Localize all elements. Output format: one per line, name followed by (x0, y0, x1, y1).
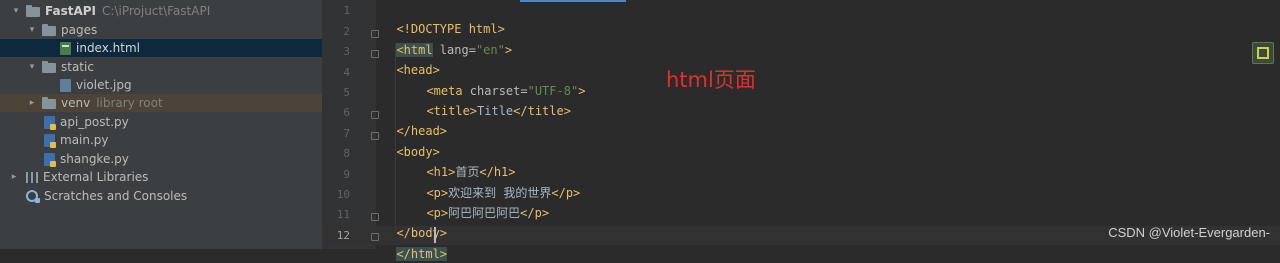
code-line-8: <h1>首页</h1> (412, 145, 515, 179)
scratches-icon (26, 190, 40, 203)
tree-file-shangke[interactable]: shangke.py (0, 150, 366, 168)
tree-file-label: main.py (60, 133, 109, 147)
line-number: 4 (343, 66, 350, 79)
tree-folder-label: pages (61, 23, 98, 37)
line-number: 11 (336, 208, 350, 221)
chevron-right-icon[interactable]: ▸ (8, 171, 20, 183)
code-line-6: </head> (382, 104, 447, 138)
code-line-2: <html lang="en"> (382, 23, 512, 57)
fold-marker-icon[interactable] (371, 132, 379, 140)
image-file-icon (60, 78, 71, 92)
chevron-down-icon[interactable]: ▾ (10, 5, 22, 17)
chevron-down-icon[interactable]: ▾ (26, 24, 38, 36)
code-line-3: <head> (382, 43, 439, 77)
line-number: 6 (343, 106, 350, 119)
tree-file-label: index.html (76, 41, 140, 55)
tree-folder-label: venv (61, 96, 91, 110)
browser-preview-button[interactable] (1252, 42, 1274, 64)
chevron-down-icon[interactable]: ▾ (26, 61, 38, 73)
line-number: 10 (336, 188, 350, 201)
line-number: 5 (343, 86, 350, 99)
line-number: 8 (343, 147, 350, 160)
preview-icon (1257, 47, 1269, 59)
line-number: 3 (343, 45, 350, 58)
tree-root-path: C:\iProjuct\FastAPI (102, 4, 211, 18)
line-number: 1 (343, 4, 350, 17)
code-line-1: <!DOCTYPE html> (382, 2, 504, 36)
active-tab-indicator (520, 0, 626, 2)
tree-file-main[interactable]: main.py (0, 131, 366, 149)
folder-icon (42, 96, 56, 109)
html-file-icon (60, 41, 71, 55)
line-number-current: 12 (336, 229, 350, 242)
tree-item-label: External Libraries (43, 170, 149, 184)
python-file-icon (44, 133, 56, 148)
tree-file-label: violet.jpg (76, 78, 132, 92)
fold-marker-icon[interactable] (371, 111, 379, 119)
tag-token: </p> (520, 206, 550, 220)
tag-token: </html> (396, 247, 448, 261)
code-line-7: <body> (382, 125, 439, 159)
watermark: CSDN @Violet-Evergarden- (1108, 225, 1270, 240)
tree-external-libraries[interactable]: ▸ External Libraries (0, 168, 330, 186)
line-number: 9 (343, 168, 350, 181)
code-line-11: </body> (382, 206, 447, 240)
code-line-5: <title>Title</title> (412, 84, 571, 118)
code-line-4: <meta charset="UTF-8"> (412, 64, 585, 98)
tag-token: > (578, 84, 586, 98)
tree-root-label: FastAPI (45, 4, 97, 18)
python-file-icon (44, 115, 56, 130)
code-line-9: <p>欢迎来到 我的世界</p> (412, 166, 580, 200)
tree-scratches[interactable]: Scratches and Consoles (0, 187, 348, 205)
annotation-label: html页面 (666, 68, 756, 92)
text-caret (434, 227, 436, 243)
python-file-icon (44, 152, 56, 167)
library-icon (26, 171, 38, 183)
tree-folder-label: static (61, 60, 94, 74)
tag-token: </p> (551, 186, 581, 200)
tree-file-label: shangke.py (60, 152, 129, 166)
folder-icon (26, 4, 40, 17)
library-root-note: library root (96, 96, 163, 110)
fold-marker-icon[interactable] (371, 233, 379, 241)
fold-marker-icon[interactable] (371, 50, 379, 58)
string-token: "en" (475, 43, 505, 57)
line-number: 7 (343, 127, 350, 140)
tag-token: > (504, 43, 513, 57)
project-tree: ▾ FastAPI C:\iProjuct\FastAPI ▾ pages in… (0, 0, 382, 249)
code-line-10: <p>阿巴阿巴阿巴</p> (412, 186, 549, 220)
folder-icon (42, 23, 56, 36)
fold-marker-icon[interactable] (371, 213, 379, 221)
tree-item-label: Scratches and Consoles (44, 189, 188, 203)
text-token: Title (477, 104, 514, 118)
tag-token: </title> (513, 104, 571, 118)
folder-icon (42, 60, 56, 73)
tree-root-fastapi[interactable]: ▾ FastAPI C:\iProjuct\FastAPI (0, 2, 332, 20)
line-number: 2 (343, 25, 350, 38)
tree-file-label: api_post.py (60, 115, 129, 129)
text-token: 阿巴阿巴阿巴 (448, 206, 521, 220)
code-line-12: </html> (382, 227, 448, 261)
tree-file-api-post[interactable]: api_post.py (0, 113, 366, 131)
fold-marker-icon[interactable] (371, 30, 379, 38)
chevron-right-icon[interactable]: ▸ (26, 97, 38, 109)
tree-folder-static[interactable]: ▾ static (0, 58, 348, 76)
tree-folder-venv[interactable]: ▸ venv library root (0, 94, 348, 112)
tree-folder-pages[interactable]: ▾ pages (0, 21, 348, 39)
